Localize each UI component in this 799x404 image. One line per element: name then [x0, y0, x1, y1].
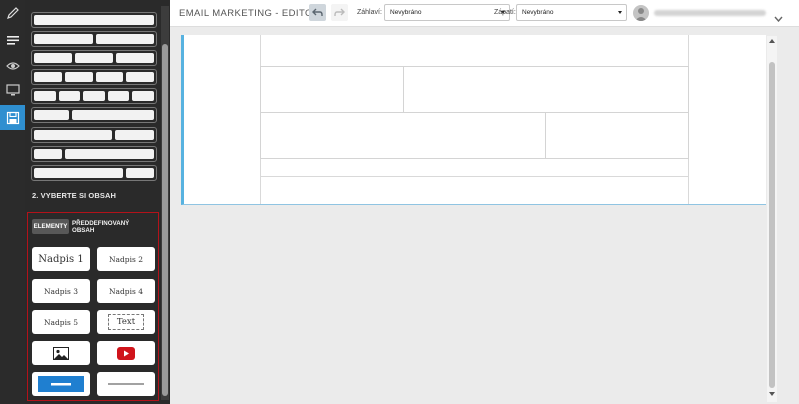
layout-1-col[interactable]: [31, 12, 157, 28]
tile-divider[interactable]: [97, 372, 155, 396]
tile-label: Nadpis 3: [43, 286, 79, 296]
avatar[interactable]: [633, 5, 649, 21]
monitor-icon: [5, 84, 20, 96]
tile-image[interactable]: [32, 341, 90, 365]
youtube-icon: [117, 346, 135, 360]
email-canvas[interactable]: [181, 35, 766, 205]
layout-1-3[interactable]: [31, 107, 157, 123]
canvas-scrollbar[interactable]: [767, 36, 777, 402]
pencil-icon: [6, 6, 19, 19]
layout-cell[interactable]: [260, 112, 546, 159]
redo-button[interactable]: [331, 4, 348, 21]
tile-label: Text: [107, 314, 145, 330]
undo-icon: [312, 8, 323, 16]
section-title: 2. VYBERTE SI OBSAH: [32, 191, 117, 200]
tile-label: Nadpis 2: [108, 254, 144, 264]
footer-select[interactable]: Nevybráno: [516, 4, 627, 21]
image-icon: [53, 346, 69, 360]
layout-cell[interactable]: [260, 66, 404, 113]
lines-icon: [6, 35, 19, 45]
scroll-up-icon[interactable]: [769, 39, 775, 43]
rail-save[interactable]: [0, 105, 25, 130]
layout-cell[interactable]: [545, 112, 689, 159]
tile-video[interactable]: [97, 341, 155, 365]
chevron-down-icon: [774, 16, 783, 23]
tile-button[interactable]: [32, 372, 90, 396]
header-bar: EMAIL MARKETING - EDITOR Záhlaví: Nevybr…: [170, 0, 799, 27]
header-select[interactable]: Nevybráno: [384, 4, 510, 21]
layout-3-1[interactable]: [31, 127, 157, 143]
panel-scrollbar[interactable]: [161, 6, 169, 400]
canvas-scrollbar-thumb[interactable]: [769, 62, 775, 388]
divider-icon: [108, 383, 144, 385]
rail-edit[interactable]: [0, 0, 25, 25]
panel-scrollbar-thumb[interactable]: [162, 44, 168, 396]
redo-icon: [334, 8, 345, 16]
tab-predefined-content[interactable]: PŘEDDEFINOVANÝ OBSAH: [72, 219, 152, 234]
user-icon: [635, 8, 647, 21]
undo-button[interactable]: [309, 4, 326, 21]
tile-label: Nadpis 4: [108, 286, 144, 296]
icon-rail: [0, 0, 25, 404]
grid-guide: [260, 176, 688, 177]
rail-layout[interactable]: [0, 27, 25, 52]
layout-3-col[interactable]: [31, 50, 157, 66]
layout-cell[interactable]: [403, 66, 689, 113]
save-icon: [6, 111, 19, 124]
layout-1-4[interactable]: [31, 146, 157, 162]
footer-select-label: Zápatí:: [494, 9, 516, 16]
app: 2. VYBERTE SI OBSAH ELEMENTY PŘEDDEFINOV…: [0, 0, 799, 404]
layout-4-1[interactable]: [31, 165, 157, 181]
user-info-redacted: [654, 10, 766, 16]
tile-heading-5[interactable]: Nadpis 5: [32, 310, 90, 334]
layout-2-col-equal[interactable]: [31, 31, 157, 47]
tile-heading-1[interactable]: Nadpis 1: [32, 247, 90, 271]
user-menu-toggle[interactable]: [774, 9, 783, 27]
tile-label: Nadpis 1: [38, 253, 84, 265]
page-title: EMAIL MARKETING - EDITOR: [179, 8, 321, 19]
eye-icon: [5, 61, 20, 70]
footer-select-value: Nevybráno: [522, 9, 554, 16]
header-select-label: Záhlaví:: [357, 9, 382, 16]
tile-heading-3[interactable]: Nadpis 3: [32, 279, 90, 303]
tile-label: Nadpis 5: [43, 317, 79, 327]
scroll-down-icon[interactable]: [769, 392, 775, 396]
button-icon: [38, 376, 84, 392]
tile-heading-4[interactable]: Nadpis 4: [97, 279, 155, 303]
tile-text[interactable]: Text: [97, 310, 155, 334]
rail-desktop[interactable]: [0, 78, 25, 103]
layout-5-col[interactable]: [31, 88, 157, 104]
layout-4-col[interactable]: [31, 69, 157, 85]
tab-elements[interactable]: ELEMENTY: [32, 219, 69, 234]
rail-preview[interactable]: [0, 53, 25, 78]
tile-heading-2[interactable]: Nadpis 2: [97, 247, 155, 271]
header-select-value: Nevybráno: [390, 9, 422, 16]
chevron-down-icon: [618, 11, 622, 14]
